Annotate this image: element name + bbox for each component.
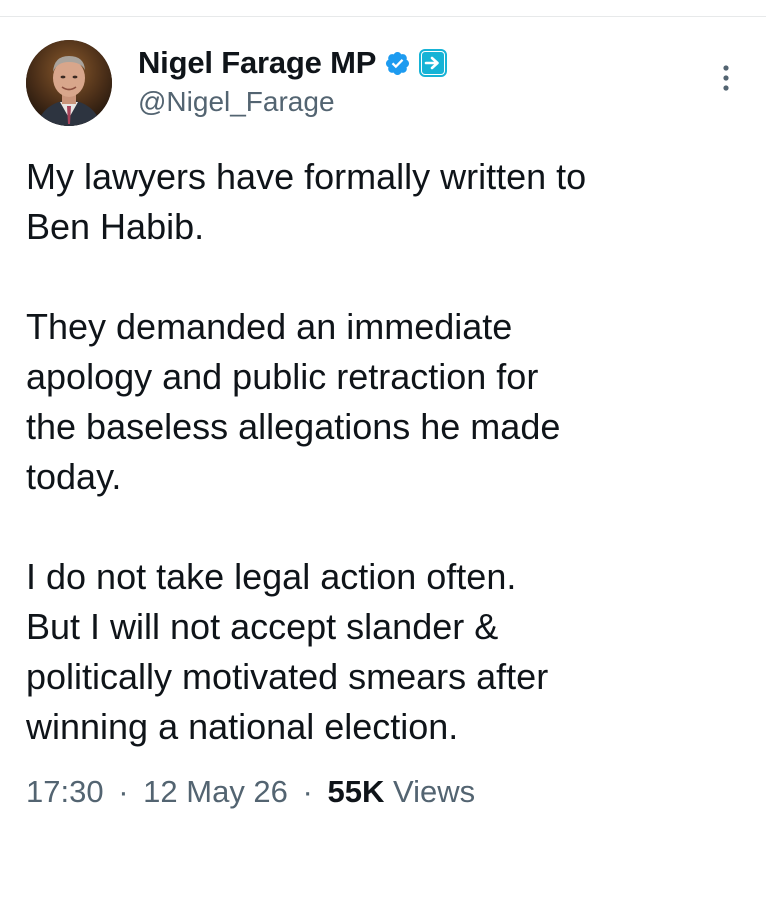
tweet-paragraph-1: My lawyers have formally written to Ben … (26, 152, 742, 252)
tweet-meta: 17:30 · 12 May 26 · 55K Views (26, 774, 742, 810)
tweet: Nigel Farage MP @Nigel_Farage My lawyers… (26, 40, 742, 810)
author-handle[interactable]: @Nigel_Farage (138, 86, 447, 118)
views-label[interactable]: Views (393, 774, 475, 809)
tweet-date[interactable]: 12 May 26 (143, 774, 288, 809)
tweet-line: I do not take legal action often. (26, 556, 517, 597)
top-divider (0, 16, 766, 17)
tweet-paragraph-3: I do not take legal action often. But I … (26, 552, 742, 752)
tweet-header: Nigel Farage MP @Nigel_Farage (26, 40, 742, 130)
tweet-line: My lawyers have formally written to (26, 156, 587, 197)
name-row: Nigel Farage MP (138, 44, 448, 82)
tweet-line: Ben Habib. (26, 206, 205, 247)
author-names: Nigel Farage MP @Nigel_Farage (138, 44, 448, 118)
tweet-line: apology and public retraction for (26, 356, 539, 397)
more-options-icon[interactable] (720, 60, 732, 100)
avatar-image (26, 40, 112, 126)
tweet-line: today. (26, 456, 122, 497)
verified-badge-icon[interactable] (384, 50, 411, 77)
avatar[interactable] (26, 40, 112, 126)
tweet-line: They demanded an immediate (26, 306, 513, 347)
tweet-paragraph-2: They demanded an immediate apology and p… (26, 302, 742, 502)
tweet-line: politically motivated smears after (26, 656, 549, 697)
views-count[interactable]: 55K (328, 774, 385, 809)
tweet-time[interactable]: 17:30 (26, 774, 104, 809)
meta-separator: · (118, 774, 129, 809)
tweet-line: But I will not accept slander & (26, 606, 499, 647)
meta-separator: · (302, 774, 313, 809)
reform-uk-affiliate-icon[interactable] (419, 49, 448, 77)
author-display-name[interactable]: Nigel Farage MP (138, 45, 376, 81)
tweet-text: My lawyers have formally written to Ben … (26, 152, 742, 752)
tweet-line: winning a national election. (26, 706, 459, 747)
tweet-line: the baseless allegations he made (26, 406, 561, 447)
